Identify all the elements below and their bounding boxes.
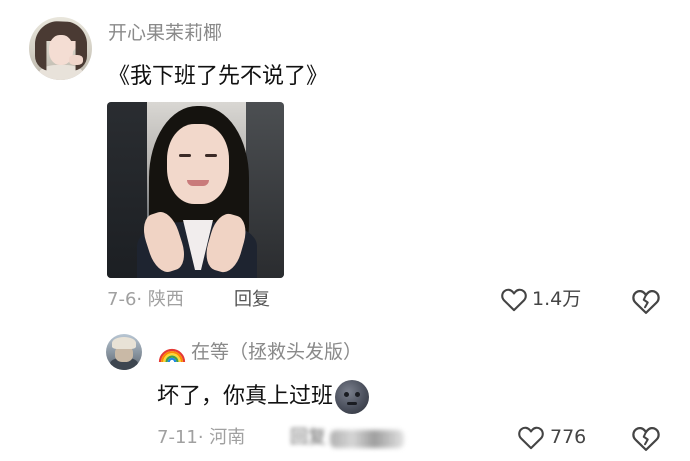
heart-outline-icon: [501, 288, 527, 312]
avatar[interactable]: [29, 17, 92, 80]
blurred-overlay: [330, 430, 404, 448]
comment-date-location: 7-6· 陕西: [107, 289, 184, 310]
dislike-button[interactable]: [631, 287, 661, 319]
rainbow-icon: [158, 348, 186, 363]
like-button[interactable]: 776: [517, 424, 586, 450]
avatar[interactable]: [106, 334, 142, 370]
like-count: 1.4万: [532, 288, 582, 310]
reply-button[interactable]: 回复: [290, 427, 326, 449]
broken-heart-icon: [632, 289, 660, 314]
like-button[interactable]: 1.4万: [500, 286, 581, 312]
comment-date-location: 7-11· 河南: [157, 427, 246, 448]
reply-button[interactable]: 回复: [234, 289, 270, 311]
comment-username[interactable]: 在等（拯救头发版）: [157, 340, 362, 364]
broken-heart-icon: [632, 426, 660, 451]
heart-outline-icon: [518, 426, 544, 450]
comment-image[interactable]: [107, 102, 284, 278]
comment-text: 《我下班了先不说了》: [108, 64, 329, 89]
dislike-button[interactable]: [631, 424, 661, 456]
comment-username[interactable]: 开心果茉莉椰: [108, 22, 222, 44]
comment-username-text: 在等（拯救头发版）: [191, 341, 363, 363]
new-moon-face-icon: [335, 380, 370, 414]
like-count: 776: [550, 426, 587, 448]
comment-thread: 开心果茉莉椰 《我下班了先不说了》 7-6· 陕西 回复 1.4万 在等（拯救头…: [0, 0, 690, 461]
comment-text: 坏了，你真上过班: [157, 380, 370, 414]
comment-text-body: 坏了，你真上过班: [157, 384, 334, 409]
